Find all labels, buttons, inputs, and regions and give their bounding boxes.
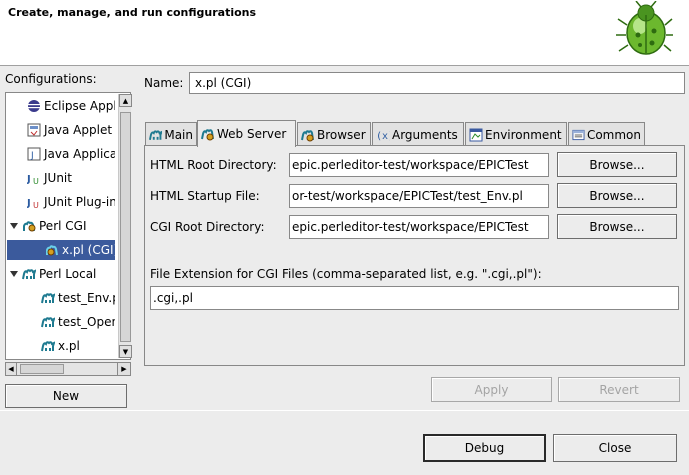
html-startup-label: HTML Startup File: <box>150 189 260 203</box>
html-root-input[interactable]: epic.perleditor-test/workspace/EPICTest <box>289 153 549 177</box>
revert-button[interactable]: Revert <box>558 377 680 402</box>
svg-text:J: J <box>27 174 31 185</box>
tree-item-perl-cgi[interactable]: Perl CGI <box>9 216 87 236</box>
debug-button[interactable]: Debug <box>423 434 546 462</box>
configurations-label: Configurations: <box>5 72 97 86</box>
html-root-browse-button[interactable]: Browse... <box>557 152 677 177</box>
html-root-label: HTML Root Directory: <box>150 158 277 172</box>
common-icon <box>572 129 585 140</box>
eclipse-icon <box>28 100 40 112</box>
java-applet-icon <box>27 123 41 137</box>
tree-list: Eclipse Application Java Applet J Java A… <box>7 94 115 358</box>
scroll-right-button[interactable]: ▶ <box>117 362 131 376</box>
tab-web-server[interactable]: Web Server <box>197 120 296 147</box>
epic-bug-icon <box>616 1 673 55</box>
tree-vertical-scrollbar[interactable]: ▲ ▼ <box>118 94 132 358</box>
new-button[interactable]: New <box>5 384 127 408</box>
tree-item-java-application[interactable]: J Java Application <box>27 144 115 164</box>
svg-text:U: U <box>33 201 39 209</box>
svg-text:U: U <box>33 177 39 185</box>
tab-arguments[interactable]: (x) Arguments <box>372 122 464 146</box>
tab-browser[interactable]: Browser <box>297 122 371 146</box>
camel-icon <box>149 129 163 140</box>
file-extension-input[interactable]: .cgi,.pl <box>150 286 679 310</box>
svg-text:J: J <box>27 198 31 209</box>
tree-item-test-env[interactable]: test_Env.pl <box>41 288 115 308</box>
collapse-arrow-icon[interactable] <box>9 269 19 279</box>
tree-item-x-pl[interactable]: x.pl <box>41 336 80 356</box>
arguments-icon: (x) <box>376 131 390 142</box>
svg-text:J: J <box>30 151 34 161</box>
camel-icon <box>41 317 55 328</box>
name-input[interactable]: x.pl (CGI) <box>189 72 685 94</box>
tree-item-x-pl-cgi[interactable]: x.pl (CGI) <box>7 240 115 260</box>
scroll-up-button[interactable]: ▲ <box>119 94 132 107</box>
horizontal-scroll-thumb[interactable] <box>20 364 64 374</box>
configurations-tree[interactable]: Eclipse Application Java Applet J Java A… <box>5 92 132 360</box>
tree-item-junit[interactable]: JU JUnit <box>27 168 72 188</box>
tree-item-perl-local[interactable]: Perl Local <box>9 264 96 284</box>
dialog-title: Create, manage, and run configurations <box>8 6 257 19</box>
html-startup-input[interactable]: or-test/workspace/EPICTest/test_Env.pl <box>289 184 549 208</box>
camel-icon <box>41 341 55 352</box>
tab-main[interactable]: Main <box>145 122 197 146</box>
tree-horizontal-scrollbar[interactable]: ◀ ▶ <box>5 362 131 376</box>
dialog-header: Create, manage, and run configurations <box>0 0 689 66</box>
html-startup-browse-button[interactable]: Browse... <box>557 183 677 208</box>
web-server-icon <box>201 129 214 141</box>
junit-plugin-icon: JU <box>27 198 39 209</box>
browser-icon <box>301 129 314 141</box>
footer-divider <box>0 410 689 411</box>
scroll-down-button[interactable]: ▼ <box>119 345 132 358</box>
close-button[interactable]: Close <box>553 434 677 462</box>
file-extension-label: File Extension for CGI Files (comma-sepa… <box>150 267 542 281</box>
tab-common[interactable]: Common <box>568 122 645 146</box>
cgi-root-label: CGI Root Directory: <box>150 220 265 234</box>
cgi-root-browse-button[interactable]: Browse... <box>557 214 677 239</box>
tree-item-java-applet[interactable]: Java Applet <box>27 120 112 140</box>
environment-icon <box>469 128 483 141</box>
web-server-panel: HTML Root Directory: epic.perleditor-tes… <box>144 145 685 366</box>
pane-sash[interactable] <box>134 66 138 412</box>
vertical-scroll-thumb[interactable] <box>120 112 131 342</box>
collapse-arrow-icon[interactable] <box>9 221 19 231</box>
tree-item-junit-plugin-test[interactable]: JU JUnit Plug-in Test <box>27 192 115 212</box>
tree-item-eclipse-application[interactable]: Eclipse Application <box>27 96 115 116</box>
tree-item-test-open[interactable]: test_Open.pl <box>41 312 115 332</box>
perl-cgi-icon <box>23 221 36 232</box>
junit-icon: JU <box>27 174 39 185</box>
tab-environment[interactable]: Environment <box>465 122 567 146</box>
name-label: Name: <box>144 76 184 90</box>
perl-cgi-config-icon <box>46 245 58 256</box>
apply-button[interactable]: Apply <box>431 377 552 402</box>
java-app-icon: J <box>27 147 41 161</box>
scroll-left-button[interactable]: ◀ <box>5 362 17 376</box>
svg-text:(x): (x) <box>376 131 390 142</box>
cgi-root-input[interactable]: epic.perleditor-test/workspace/EPICTest <box>289 215 549 239</box>
camel-icon <box>22 269 36 280</box>
camel-icon <box>41 293 55 304</box>
